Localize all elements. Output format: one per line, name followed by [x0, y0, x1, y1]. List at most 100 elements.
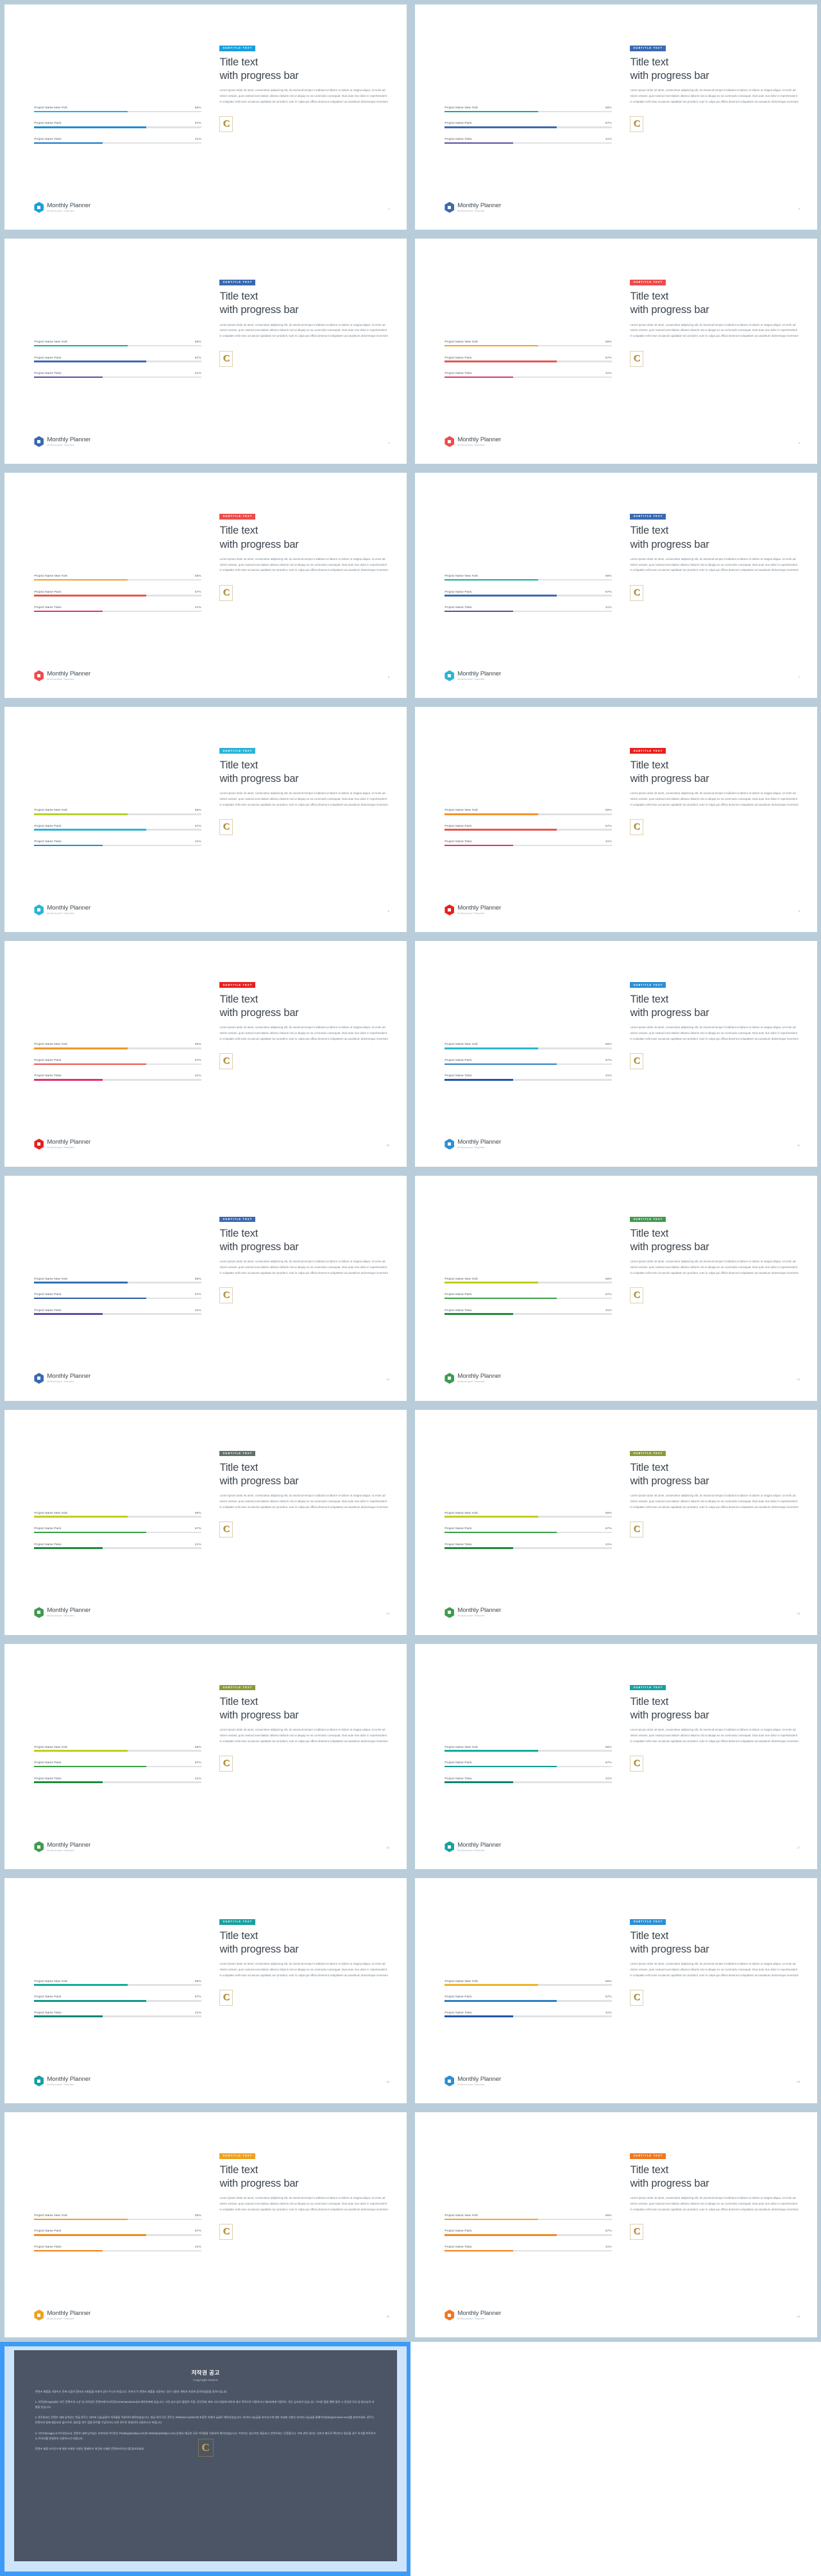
slide-cell[interactable]: Project Name New York 56% Project Name Par… — [0, 1405, 410, 1640]
slide-cell[interactable]: Project Name New York 56% Project Name Par… — [410, 0, 821, 235]
progress-bar-track — [444, 1516, 612, 1518]
slide-page-number: 18 — [386, 2080, 390, 2084]
slide[interactable]: Project Name New York 56% Project Name Par… — [4, 1643, 407, 1869]
progress-bar-track — [444, 610, 612, 613]
copyright-slide[interactable]: 저작권 공고 Copyright Notice 콘텐츠 제품을 사용하기 전에 다음… — [4, 2346, 407, 2572]
progress-bar-value: 67% — [605, 121, 612, 125]
progress-bar-value: 67% — [194, 824, 201, 827]
progress-bar-value: 67% — [194, 121, 201, 125]
subtitle-badge: SUBTITLE TEXT — [219, 1684, 256, 1691]
slide-cell[interactable]: Project Name New York 56% Project Name Par… — [410, 1639, 821, 1874]
slide[interactable]: Project Name New York 56% Project Name Par… — [415, 239, 817, 464]
progress-bar-row: Project Name New York 56% — [444, 106, 612, 113]
progress-bar-list: Project Name New York 56% Project Name Par… — [444, 106, 612, 153]
slide[interactable]: Project Name New York 56% Project Name Par… — [4, 239, 407, 464]
slide[interactable]: Project Name New York 56% Project Name Par… — [415, 1175, 817, 1401]
progress-bar-value: 56% — [194, 1979, 201, 1983]
slide-body-text: Lorem ipsum dolor sit amet, consectetur … — [219, 1494, 389, 1509]
slide-footer: Monthly Planner Multipurpose Template — [34, 436, 90, 447]
progress-bar-row: Project Name New York 56% — [444, 1511, 612, 1518]
brand-name: Monthly Planner — [457, 1139, 502, 1146]
progress-bar-label: Project Name Paris — [34, 589, 62, 593]
progress-bar-row: Project Name Paris 67% — [444, 356, 612, 362]
slide[interactable]: Project Name New York 56% Project Name Par… — [415, 1409, 817, 1635]
copyright-notice-cell[interactable]: 저작권 공고 Copyright Notice 콘텐츠 제품을 사용하기 전에 다음… — [0, 2342, 410, 2576]
brand-tagline: Multipurpose Template — [47, 912, 74, 915]
progress-bar-value: 67% — [605, 1058, 612, 1062]
slide-cell[interactable]: Project Name New York 56% Project Name Par… — [410, 1171, 821, 1405]
progress-bar-label: Project Name Tokio — [34, 840, 62, 843]
progress-bar-header: Project Name Tokio 41% — [34, 1777, 201, 1780]
slide-title: Title text with progress bar — [630, 1461, 709, 1487]
slide-cell[interactable]: Project Name New York 56% Project Name Par… — [0, 0, 410, 235]
subtitle-badge: SUBTITLE TEXT — [630, 982, 666, 988]
progress-bar-row: Project Name New York 56% — [34, 1979, 201, 1987]
slide-cell[interactable]: Project Name New York 56% Project Name Par… — [410, 1405, 821, 1640]
slide-cell[interactable]: Project Name New York 56% Project Name Par… — [0, 702, 410, 937]
progress-bar-fill — [34, 2234, 146, 2236]
progress-bar-value: 67% — [605, 1292, 612, 1296]
slide-cell[interactable]: Project Name New York 56% Project Name Par… — [0, 936, 410, 1171]
slide-cell[interactable]: Project Name New York 56% Project Name Par… — [0, 1873, 410, 2108]
copyright-watermark-icon: C — [630, 1287, 644, 1303]
slide-cell[interactable]: Project Name New York 56% Project Name Par… — [410, 234, 821, 469]
slide-cell[interactable]: Project Name New York 56% Project Name Par… — [0, 2107, 410, 2343]
progress-bar-value: 41% — [605, 2010, 612, 2014]
slide[interactable]: Project Name New York 56% Project Name Par… — [4, 707, 407, 933]
slide[interactable]: Project Name New York 56% Project Name Par… — [4, 4, 407, 230]
progress-bar-track — [444, 1531, 612, 1534]
copyright-watermark-icon: C — [630, 1756, 644, 1772]
slide-cell[interactable]: Project Name New York 56% Project Name Par… — [410, 468, 821, 703]
slide[interactable]: Project Name New York 56% Project Name Par… — [415, 2112, 817, 2338]
brand-name: Monthly Planner — [47, 436, 91, 443]
slide[interactable]: Project Name New York 56% Project Name Par… — [415, 707, 817, 933]
subtitle-badge: SUBTITLE TEXT — [630, 2153, 666, 2159]
slide-text-block: SUBTITLE TEXT Title text with progress bar… — [219, 1914, 388, 2006]
slide-cell[interactable]: Project Name New York 56% Project Name Par… — [0, 234, 410, 469]
slide[interactable]: Project Name New York 56% Project Name Par… — [4, 2112, 407, 2338]
slide-footer: Monthly Planner Multipurpose Template — [34, 1607, 90, 1618]
slide[interactable]: Project Name New York 56% Project Name Par… — [415, 1877, 817, 2103]
subtitle-badge: SUBTITLE TEXT — [630, 1450, 666, 1457]
slide[interactable]: Project Name New York 56% Project Name Par… — [4, 1409, 407, 1635]
progress-bar-row: Project Name New York 56% — [34, 574, 201, 581]
progress-bar-header: Project Name Paris 67% — [444, 356, 611, 359]
slide-cell[interactable]: Project Name New York 56% Project Name Par… — [410, 1873, 821, 2108]
brand-tagline: Multipurpose Template — [47, 443, 74, 446]
slide-cell[interactable]: Project Name New York 56% Project Name Par… — [410, 2107, 821, 2343]
progress-bar-label: Project Name New York — [34, 1979, 67, 1983]
progress-bar-label: Project Name New York — [34, 1042, 67, 1046]
slide[interactable]: Project Name New York 56% Project Name Par… — [415, 1643, 817, 1869]
slide[interactable]: Project Name New York 56% Project Name Par… — [4, 1877, 407, 2103]
brand-tagline: Multipurpose Template — [457, 1380, 485, 1384]
progress-bar-header: Project Name Tokio 41% — [444, 2011, 611, 2014]
slide-cell[interactable]: Project Name New York 56% Project Name Par… — [410, 936, 821, 1171]
slide[interactable]: Project Name New York 56% Project Name Par… — [4, 473, 407, 699]
copyright-subtitle: Copyright Notice — [193, 2378, 218, 2382]
slide[interactable]: Project Name New York 56% Project Name Par… — [415, 941, 817, 1167]
subtitle-badge: SUBTITLE TEXT — [219, 982, 256, 988]
progress-bar-fill — [444, 579, 539, 581]
progress-bar-header: Project Name Paris 67% — [444, 2229, 611, 2232]
progress-bar-row: Project Name Tokio 41% — [444, 2245, 612, 2252]
progress-bar-fill — [34, 1313, 103, 1315]
progress-bar-fill — [34, 1531, 146, 1534]
progress-bar-label: Project Name New York — [34, 1745, 67, 1749]
slide-cell[interactable]: Project Name New York 56% Project Name Par… — [0, 1171, 410, 1405]
slide-text-block: SUBTITLE TEXT Title text with progress bar… — [219, 1680, 388, 1772]
progress-bar-fill — [444, 2015, 514, 2018]
hexagon-logo-icon — [444, 670, 455, 681]
slide[interactable]: Project Name New York 56% Project Name Par… — [415, 473, 817, 699]
brand-tagline: Multipurpose Template — [457, 1146, 485, 1149]
slide-cell[interactable]: Project Name New York 56% Project Name Par… — [0, 1639, 410, 1874]
progress-bar-track — [34, 126, 201, 128]
slide[interactable]: Project Name New York 56% Project Name Par… — [415, 4, 817, 230]
slide[interactable]: Project Name New York 56% Project Name Par… — [4, 1175, 407, 1401]
progress-bar-track — [34, 1282, 201, 1284]
progress-bar-header: Project Name New York 56% — [444, 574, 611, 577]
progress-bar-row: Project Name Paris 67% — [34, 2229, 201, 2236]
slide-cell[interactable]: Project Name New York 56% Project Name Par… — [0, 468, 410, 703]
slide-cell[interactable]: Project Name New York 56% Project Name Par… — [410, 702, 821, 937]
slide[interactable]: Project Name New York 56% Project Name Par… — [4, 941, 407, 1167]
brand-name: Monthly Planner — [457, 2075, 502, 2083]
